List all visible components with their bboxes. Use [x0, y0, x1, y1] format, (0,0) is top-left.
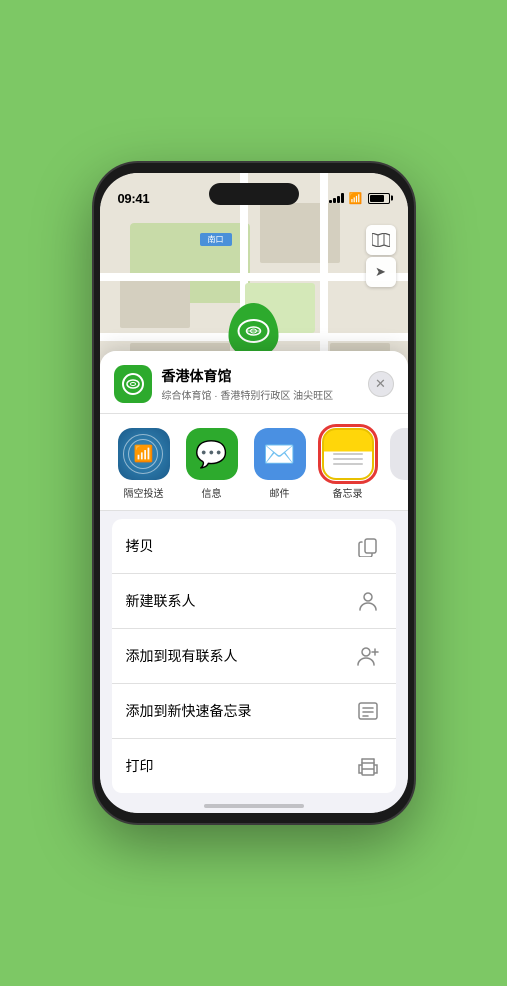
notes-icon [322, 428, 374, 480]
copy-label: 拷贝 [126, 536, 154, 556]
close-button[interactable]: ✕ [368, 371, 394, 397]
wifi-icon: 📶 [349, 192, 363, 205]
location-subtitle: 综合体育馆 · 香港特别行政区 油尖旺区 [162, 387, 368, 402]
home-indicator [204, 804, 304, 808]
location-header: 香港体育馆 综合体育馆 · 香港特别行政区 油尖旺区 ✕ [100, 351, 408, 414]
notes-lines [333, 453, 363, 465]
action-rows: 拷贝 新建联系人 [112, 519, 396, 793]
map-label: 南口 [200, 233, 232, 246]
location-name: 香港体育馆 [162, 366, 368, 386]
action-copy[interactable]: 拷贝 [112, 519, 396, 574]
location-card-icon [114, 365, 152, 403]
bottom-sheet: 香港体育馆 综合体育馆 · 香港特别行政区 油尖旺区 ✕ 📶 [100, 351, 408, 813]
share-row: 📶 隔空投送 💬 信息 ✉️ 邮件 [100, 414, 408, 511]
mail-icon: ✉️ [254, 428, 306, 480]
marker-icon [229, 303, 279, 358]
new-contact-label: 新建联系人 [126, 591, 196, 611]
phone-screen: 09:41 📶 [100, 173, 408, 813]
print-label: 打印 [126, 756, 154, 776]
action-print[interactable]: 打印 [112, 739, 396, 793]
action-add-existing[interactable]: 添加到现有联系人 [112, 629, 396, 684]
location-button[interactable]: ➤ [366, 257, 396, 287]
dynamic-island [209, 183, 299, 205]
notes-label: 备忘录 [333, 485, 363, 500]
share-item-messages[interactable]: 💬 信息 [178, 428, 246, 500]
action-new-contact[interactable]: 新建联系人 [112, 574, 396, 629]
add-existing-label: 添加到现有联系人 [126, 646, 238, 666]
mail-label: 邮件 [270, 485, 290, 500]
stadium-inner [238, 319, 270, 343]
action-add-notes[interactable]: 添加到新快速备忘录 [112, 684, 396, 739]
share-item-more[interactable]: 提 [382, 428, 408, 500]
messages-icon: 💬 [186, 428, 238, 480]
share-item-mail[interactable]: ✉️ 邮件 [246, 428, 314, 500]
share-item-airdrop[interactable]: 📶 隔空投送 [110, 428, 178, 500]
add-notes-label: 添加到新快速备忘录 [126, 701, 252, 721]
status-time: 09:41 [118, 191, 150, 206]
messages-label: 信息 [202, 485, 222, 500]
stadium-icon-inner [122, 373, 144, 395]
map-controls: ➤ [366, 225, 396, 287]
phone-frame: 09:41 📶 [94, 163, 414, 823]
copy-icon [354, 532, 382, 560]
airdrop-label: 隔空投送 [124, 485, 164, 500]
map-toggle-button[interactable] [366, 225, 396, 255]
airdrop-rings: 📶 [134, 444, 154, 464]
airdrop-icon: 📶 [118, 428, 170, 480]
more-icon [390, 428, 408, 480]
status-icons: 📶 [329, 192, 390, 205]
person-add-icon [354, 642, 382, 670]
share-item-notes[interactable]: 备忘录 [314, 428, 382, 500]
battery-icon [368, 193, 390, 204]
location-info: 香港体育馆 综合体育馆 · 香港特别行政区 油尖旺区 [162, 366, 368, 402]
person-icon [354, 587, 382, 615]
signal-icon [329, 193, 344, 203]
print-icon [354, 752, 382, 780]
quick-notes-icon [354, 697, 382, 725]
